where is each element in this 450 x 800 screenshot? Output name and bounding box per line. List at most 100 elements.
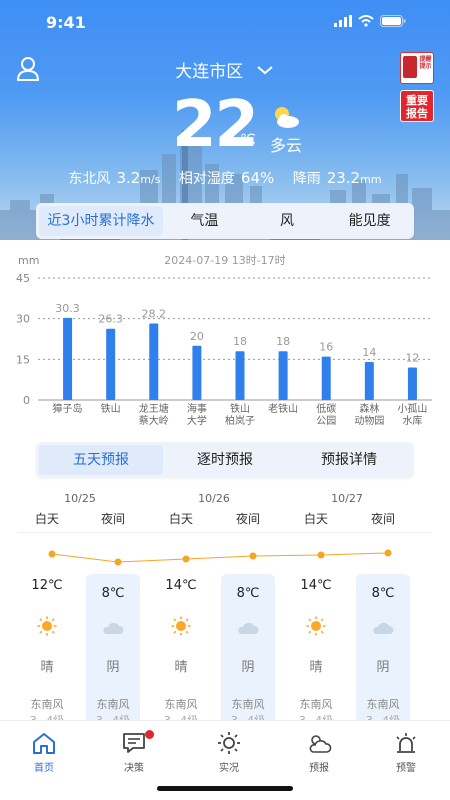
sun-icon [306, 616, 326, 636]
status-icons [334, 15, 406, 27]
tab-forecast-detail[interactable]: 预报详情 [287, 445, 411, 475]
bar-0 [63, 317, 73, 400]
x-tick-label-8-1: 水库 [402, 414, 422, 427]
nav-live[interactable]: 实况 [199, 731, 259, 774]
status-bar: 9:41 [0, 0, 450, 44]
sun-icon [37, 616, 57, 636]
nav-forecast[interactable]: 预报 [289, 731, 349, 774]
precipitation-chart: 2024-07-19 13时-17时 mm 0 15 30 45 30.3 獐子岛 26.3 铁… [0, 240, 450, 440]
trend-point-5 [384, 549, 392, 557]
bar-value-label-5: 18 [276, 335, 290, 348]
y-tick-label-1: 15 [16, 353, 30, 366]
tab-five-day[interactable]: 五天预报 [39, 445, 163, 475]
forecast-condition-4: 晴 [309, 660, 323, 675]
bar-4 [235, 351, 245, 400]
forecast-period-4: 白天 [303, 512, 328, 526]
status-time: 9:41 [46, 13, 86, 32]
bar-value-label-6: 16 [319, 341, 333, 354]
forecast-period-2: 白天 [168, 512, 193, 526]
bar-5 [278, 351, 288, 400]
bar-3 [192, 345, 202, 400]
reminder-badge[interactable]: 提醒提示 [400, 52, 434, 84]
tab-temperature[interactable]: 气温 [163, 206, 246, 236]
nav-decision-label: 决策 [124, 763, 144, 774]
forecast-temp-5: 8℃ [371, 586, 395, 601]
forecast-wind-3: 东南风 [231, 698, 265, 711]
x-tick-label-0: 獐子岛 [53, 402, 83, 415]
forecast-condition-2: 晴 [174, 660, 188, 675]
forecast-condition-1: 阴 [106, 660, 120, 675]
trend-polyline [51, 552, 389, 563]
bar-value-label-0: 30.3 [55, 302, 80, 315]
nav-home-label: 首页 [34, 763, 54, 774]
metric-rain-value: 23.2 [326, 169, 361, 187]
metric-rain: 降雨 23.2mm [293, 168, 382, 188]
cloud-icon [373, 622, 394, 634]
nav-live-label: 实况 [219, 763, 239, 774]
battery-icon [380, 15, 406, 27]
notification-dot [145, 730, 154, 739]
bar-value-label-3: 20 [190, 330, 204, 343]
y-tick-label-2: 30 [16, 313, 30, 326]
nav-forecast-label: 预报 [309, 763, 329, 774]
cloud-icon [103, 622, 124, 634]
nav-warning[interactable]: 预警 [376, 731, 436, 774]
x-tick-label-4-1: 柏岚子 [225, 414, 255, 427]
metric-wind-unit: m/s [140, 173, 161, 186]
bar-8 [407, 367, 417, 400]
x-tick-label-5: 老铁山 [268, 402, 298, 415]
tab-visibility[interactable]: 能见度 [328, 206, 411, 236]
temperature-unit: ℃ [240, 132, 256, 148]
nav-decision[interactable]: 决策 [104, 730, 164, 774]
x-tick-label-6-0: 低碳 [316, 402, 336, 415]
forecast-wind-2: 东南风 [164, 698, 198, 711]
metrics-row: 东北风 3.2m/s 相对湿度 64% 降雨 23.2mm [0, 168, 450, 188]
forecast-condition-0: 晴 [40, 660, 54, 675]
important-report-badge[interactable]: 重要报告 [400, 90, 434, 122]
bar-value-label-2: 28.2 [142, 308, 167, 321]
location-selector[interactable]: 大连市区 [0, 57, 450, 82]
x-tick-label-6-1: 公园 [316, 415, 336, 427]
forecast-date-0: 10/25 [64, 492, 96, 505]
forecast-wind-1: 东南风 [96, 698, 130, 711]
bar-6 [321, 356, 331, 400]
bar-1 [106, 328, 116, 400]
x-tick-label-3-0: 海事 [187, 402, 207, 415]
cloud-sun-icon [309, 735, 332, 753]
forecast-period-3: 夜间 [235, 512, 260, 526]
metric-humidity-value: 64% [240, 169, 275, 187]
trend-point-1 [114, 558, 122, 566]
bar-value-label-1: 26.3 [98, 313, 123, 326]
x-tick-label-2-0: 龙王塘 [139, 402, 169, 415]
bar-value-label-7: 14 [362, 346, 376, 359]
x-tick-label-7-0: 森林 [359, 402, 379, 415]
message-icon [123, 733, 145, 753]
forecast-condition-5: 阴 [376, 660, 390, 675]
forecast-divider [18, 532, 432, 533]
forecast-period-0: 白天 [34, 512, 59, 526]
forecast-section: 五天预报 逐时预报 预报详情 10/25 10/26 10/27 白天 夜间 白天 夜间 白天… [0, 432, 450, 734]
forecast-temp-0: 12℃ [31, 578, 63, 593]
metric-wind-label: 东北风 [68, 171, 111, 187]
tab-wind[interactable]: 风 [246, 206, 329, 236]
metric-wind: 东北风 3.2m/s [68, 168, 160, 188]
bar-2 [149, 323, 159, 400]
cloud-icon [238, 622, 259, 634]
forecast-wind-4: 东南风 [299, 698, 333, 711]
x-tick-label-8-0: 小孤山 [397, 403, 427, 415]
nav-home[interactable]: 首页 [14, 731, 74, 774]
tab-hourly[interactable]: 逐时预报 [163, 445, 287, 475]
trend-point-3 [249, 552, 257, 560]
forecast-tabs: 五天预报 逐时预报 预报详情 [36, 442, 414, 478]
metric-rain-label: 降雨 [292, 171, 321, 187]
metric-humidity: 相对湿度 64% [179, 168, 274, 188]
metric-rain-unit: mm [360, 173, 382, 186]
tab-precipitation[interactable]: 近3小时累计降水 [39, 206, 163, 236]
current-temperature: 22 [172, 88, 259, 162]
forecast-period-1: 夜间 [100, 512, 125, 526]
y-tick-label-3: 45 [16, 272, 30, 285]
sun-icon [171, 616, 191, 636]
forecast-period-5: 夜间 [370, 512, 395, 526]
home-icon [33, 733, 55, 754]
bar-chart: mm 0 15 30 45 30.3 獐子岛 26.3 铁山 28.2 龙王塘蔡大岭 20 海事大学 18… [16, 254, 432, 427]
